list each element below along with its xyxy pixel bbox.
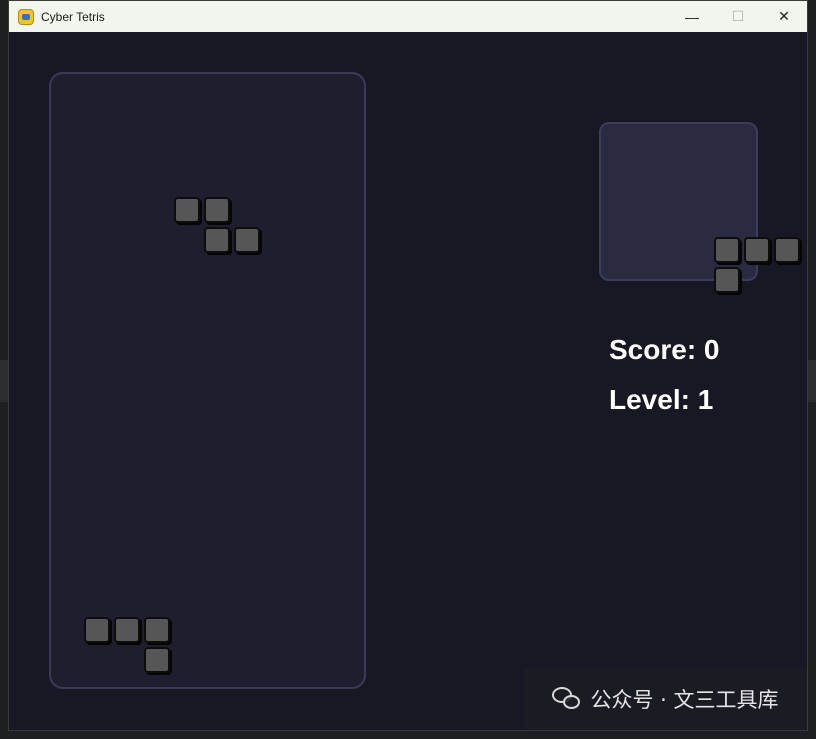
- watermark: 公众号 · 文三工具库: [524, 668, 807, 730]
- active-piece-block: [204, 197, 230, 223]
- score-label: Score: 0: [609, 334, 720, 365]
- game-board: [49, 72, 366, 689]
- landed-block: [144, 647, 170, 673]
- window-title: Cyber Tetris: [41, 9, 105, 24]
- active-piece-block: [234, 227, 260, 253]
- next-piece-block: [744, 237, 770, 263]
- watermark-text: 公众号 · 文三工具库: [590, 688, 779, 712]
- pygame-app-icon: [18, 8, 34, 25]
- next-piece-block: [714, 267, 740, 293]
- landed-block: [84, 617, 110, 643]
- next-piece-block: [714, 237, 740, 263]
- next-piece-block: [774, 237, 800, 263]
- minimize-button[interactable]: —: [669, 1, 715, 32]
- level-label: Level: 1: [609, 384, 714, 415]
- close-button[interactable]: ✕: [761, 1, 807, 32]
- active-piece-block: [174, 197, 200, 223]
- wechat-icon: [552, 687, 582, 711]
- window-controls: — ☐ ✕: [669, 1, 807, 32]
- game-window: Cyber Tetris — ☐ ✕ Score: 0 Level: 1 公众号…: [8, 0, 808, 731]
- landed-block: [114, 617, 140, 643]
- landed-block: [144, 617, 170, 643]
- maximize-button[interactable]: ☐: [715, 1, 761, 32]
- active-piece-block: [204, 227, 230, 253]
- title-bar[interactable]: Cyber Tetris — ☐ ✕: [9, 1, 807, 32]
- game-canvas[interactable]: Score: 0 Level: 1 公众号 · 文三工具库: [9, 32, 807, 730]
